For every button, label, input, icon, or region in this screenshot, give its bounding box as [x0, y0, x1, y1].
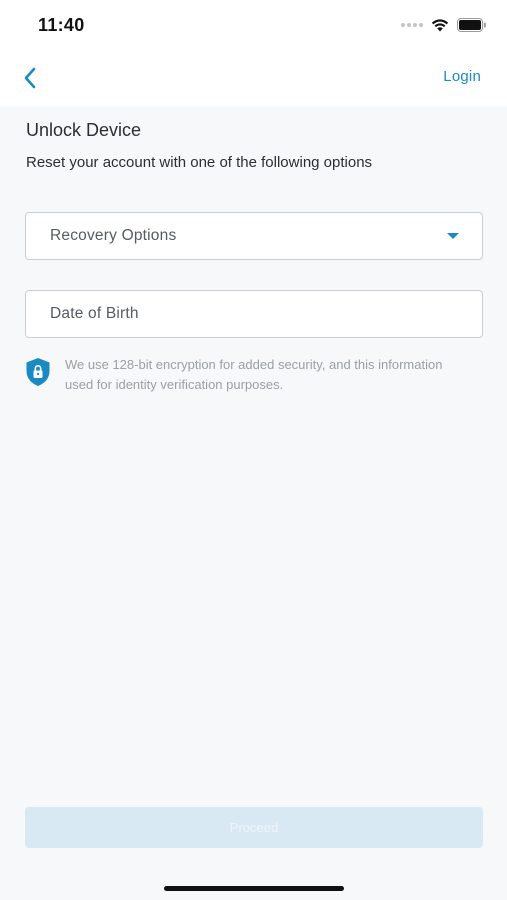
page-title: Unlock Device [26, 120, 142, 140]
back-button[interactable] [14, 62, 46, 94]
proceed-button[interactable]: Proceed [25, 807, 483, 848]
recovery-options-label: Recovery Options [50, 227, 177, 244]
nav-bar: Login [0, 50, 507, 106]
status-bar: 11:40 [0, 0, 507, 50]
status-icons [401, 16, 487, 34]
recovery-options-dropdown[interactable]: Recovery Options [25, 212, 483, 260]
date-of-birth-placeholder: Date of Birth [50, 305, 139, 322]
caret-down-icon [447, 233, 459, 239]
page-subtitle: Reset your account with one of the follo… [26, 154, 373, 171]
wifi-icon [431, 19, 449, 32]
battery-icon [457, 18, 486, 32]
shield-lock-icon [26, 358, 50, 386]
status-time: 11:40 [38, 15, 85, 35]
login-link[interactable]: Login [443, 68, 481, 85]
proceed-button-label: Proceed [229, 820, 279, 835]
home-indicator [164, 886, 344, 891]
date-of-birth-field[interactable]: Date of Birth [25, 290, 483, 338]
signal-icon [401, 23, 423, 27]
security-note-text: We use 128-bit encryption for added secu… [65, 357, 443, 392]
chevron-left-icon [24, 67, 36, 89]
